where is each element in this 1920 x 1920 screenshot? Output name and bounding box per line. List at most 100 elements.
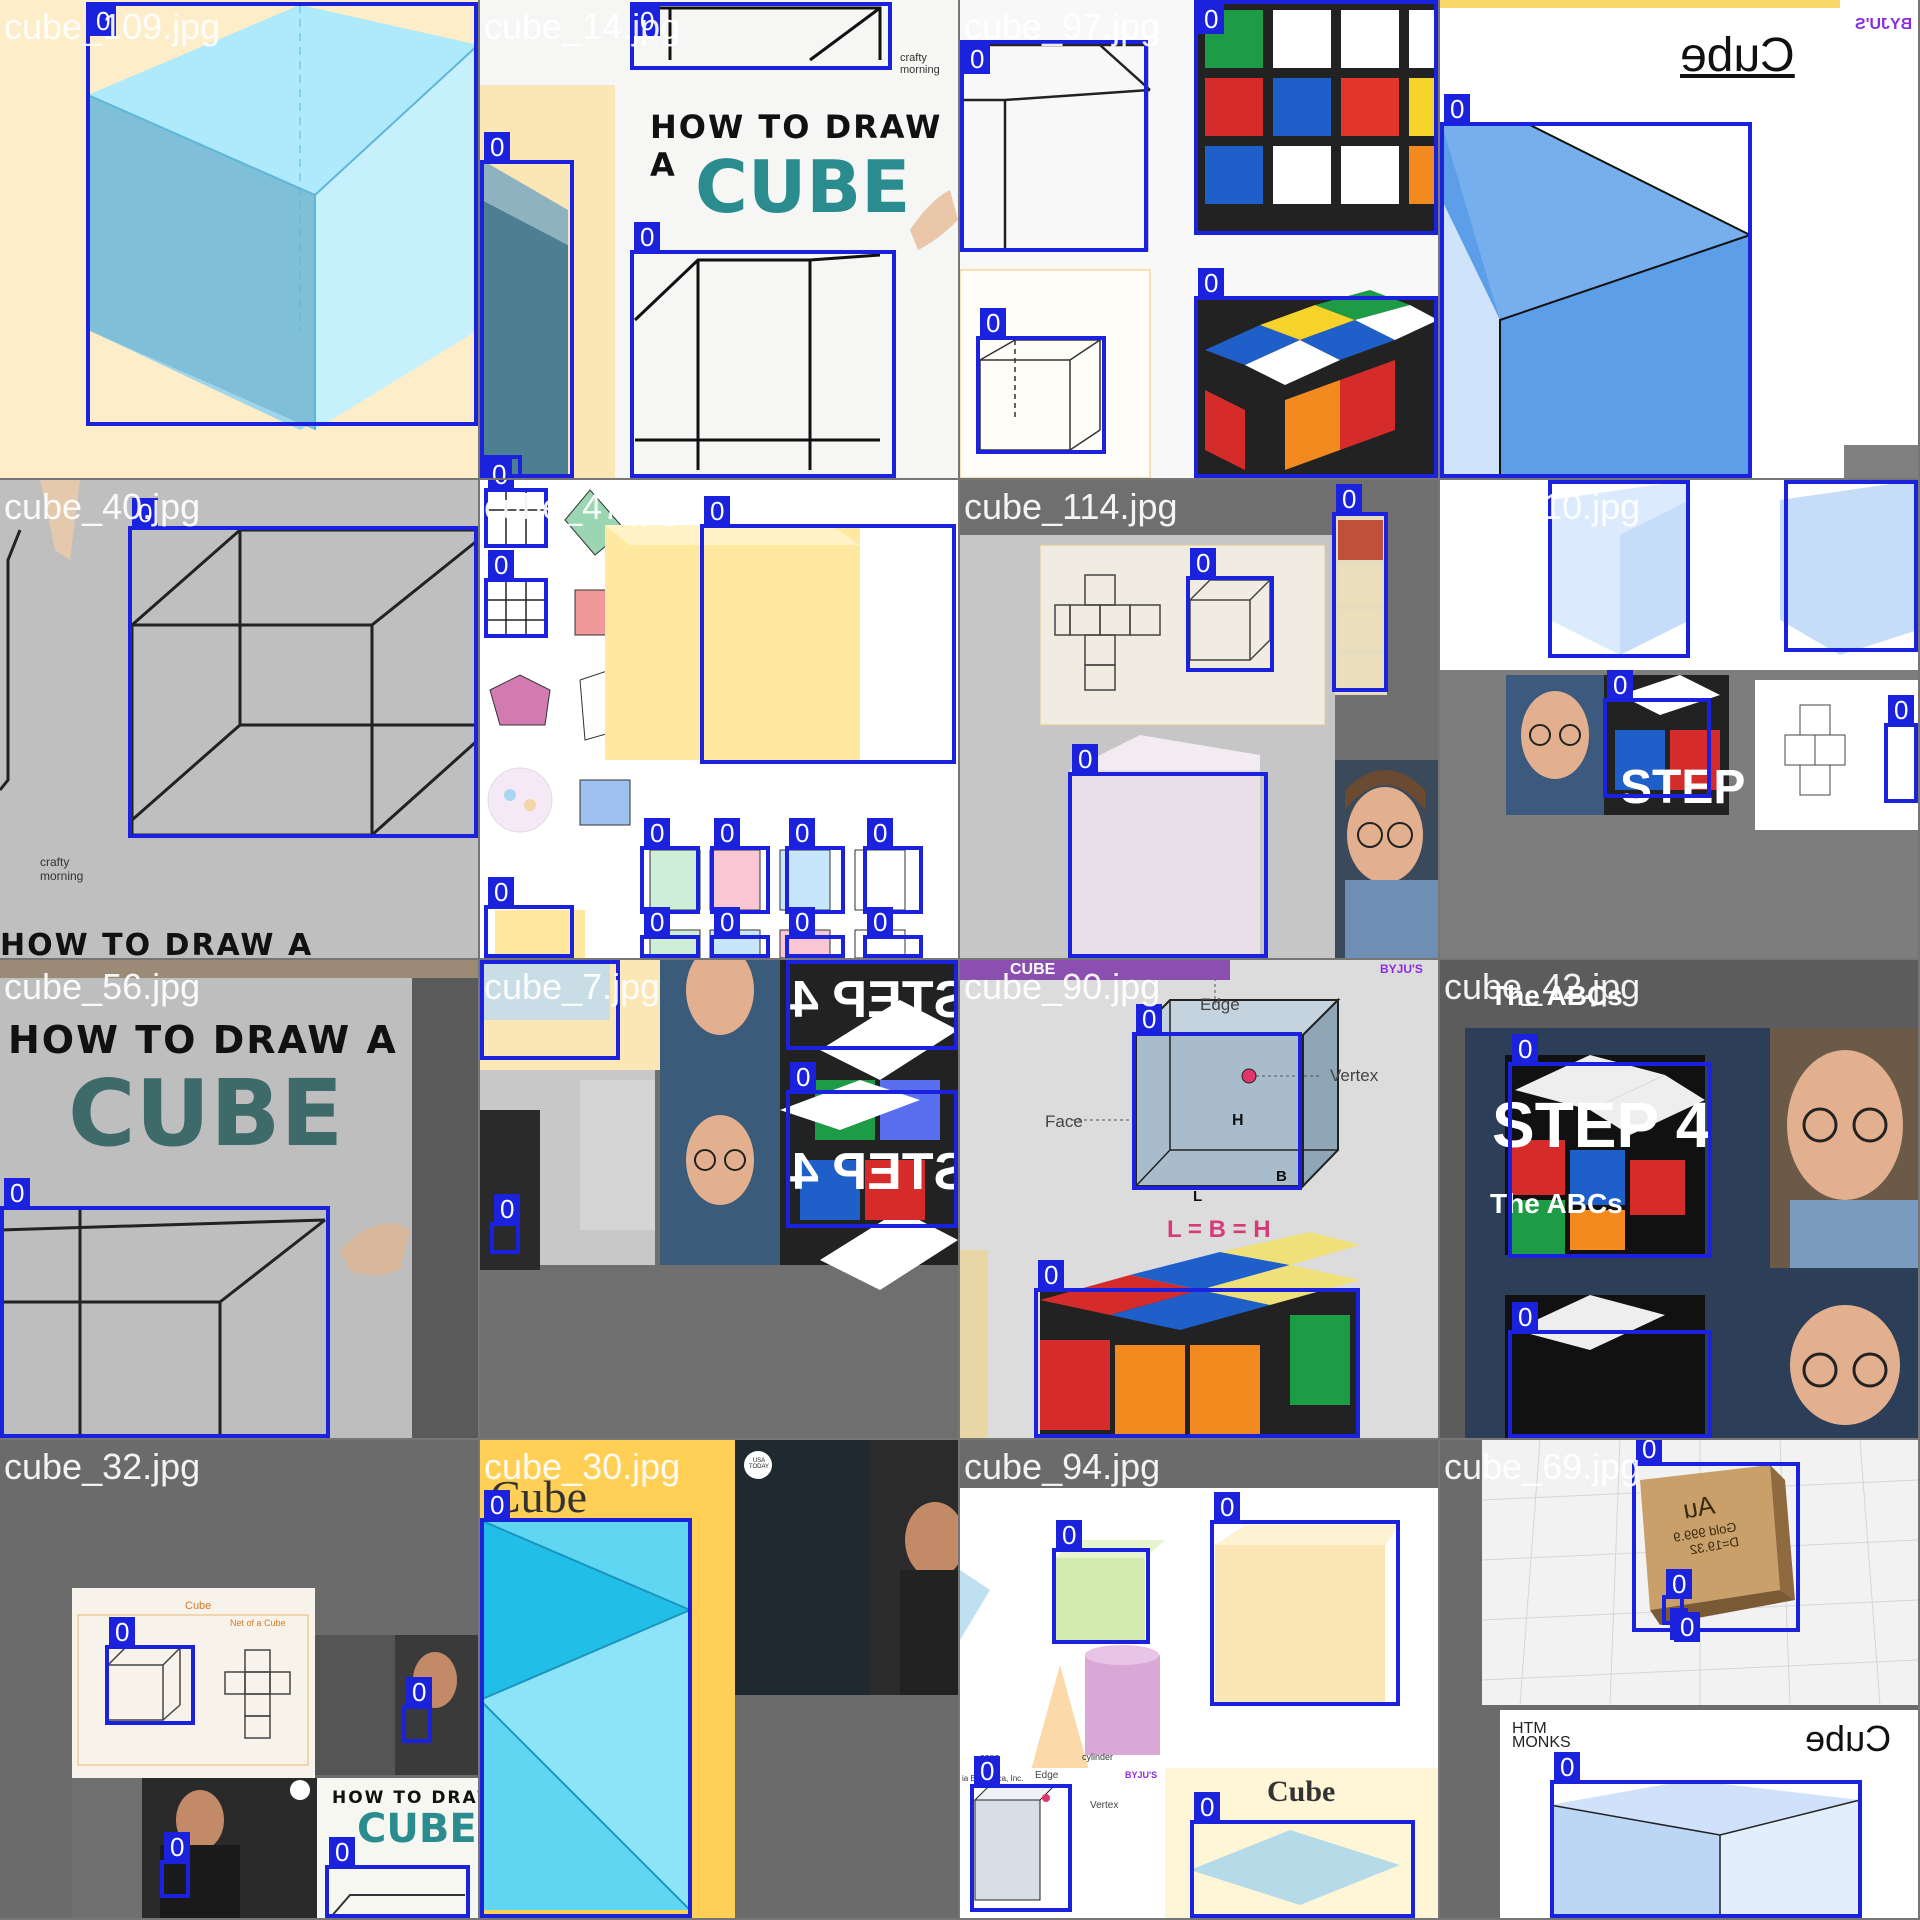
detection-box: 0 [786,960,958,1050]
tile-cube-96[interactable]: Cube BYJU'S 0 cube_96.jpg [1440,0,1918,478]
tile-cube-7[interactable]: STEP 4 STEP 4 0 0 0 0 cube_7.jpg [480,960,958,1438]
box-class-tag: 0 [644,907,671,937]
htm-monks-logo: HTM MONKS [1512,1720,1571,1751]
box-class-tag: 0 [974,1756,1001,1786]
tile-cube-10[interactable]: STEP 4 0 0 0 0 cube_10.jpg [1440,480,1918,958]
tile-cube-90[interactable]: CUBE BYJU'S Edge Vertex Face H L B L = B… [960,960,1438,1438]
detection-box: 0 [1508,1034,1712,1258]
detection-box: 0 [1034,1260,1360,1438]
cube-heading: CUBE [357,1806,477,1852]
tile-cube-69[interactable]: Au Gold 999.9 D=19.32 HTM MONKS Cube 0 0… [1440,1440,1918,1918]
tile-filename: cube_109.jpg [4,6,221,47]
box-class-tag: 0 [1038,1260,1065,1290]
tile-cube-56[interactable]: HOW TO DRAW A CUBE 0 cube_56.jpg [0,960,478,1438]
tile-filename: cube_97.jpg [964,6,1161,47]
tile-cube-42[interactable]: The ABCs The ABCs STEP 4 0 0 cube_42.jpg [1440,960,1918,1438]
byjus-logo: BYJU'S [1125,1770,1158,1780]
tile-filename: cube_56.jpg [4,966,201,1007]
detection-box: 0 [480,132,574,478]
byjus-logo: BYJU'S [1380,962,1423,976]
detection-box: 0 [1784,480,1918,652]
detection-box: 0 [640,907,700,958]
tile-cube-94[interactable]: cone cylinder ia Britannica, Inc. BYJU'S… [960,1440,1438,1918]
detection-box: 0 [1052,1520,1150,1644]
box-class-tag: 0 [488,877,515,907]
detection-box: 0 [863,818,923,914]
box-class-tag: 0 [329,1837,356,1867]
box-class-tag: 0 [484,132,511,162]
detection-box: 0 [1194,0,1438,235]
box-class-tag: 0 [494,1194,521,1224]
box-class-tag: 0 [714,907,741,937]
tile-filename: cube_114.jpg [964,486,1178,527]
detection-box: 0 [490,1194,521,1254]
detection-box: 0 [1332,484,1388,692]
tile-cube-40[interactable]: crafty morning HOW TO DRAW A 0 cube_40.j… [0,480,478,958]
tile-filename: cube_90.jpg [964,966,1161,1007]
cube-heading: CUBE [68,1060,344,1167]
tile-filename: cube_7.jpg [484,966,661,1007]
box-class-tag: 0 [1552,480,1579,482]
tile-filename: cube_30.jpg [484,1446,681,1487]
tile-filename: cube_94.jpg [964,1446,1161,1487]
box-class-tag: 0 [790,1062,817,1092]
box-class-tag: 0 [867,907,894,937]
usa-today-logo: USA TODAY [748,1458,770,1470]
detection-box: 0 [700,496,956,764]
tile-cube-30[interactable]: Cube USA TODAY 0 cube_30.jpg [480,1440,958,1918]
edge-label: Edge [1200,995,1240,1014]
tile-cube-47[interactable]: 0 0 0 0 0 0 0 0 0 0 0 0 cube_47.jpg [480,480,958,958]
detection-box: 0 [105,1617,195,1725]
detection-box: 0 [1550,1752,1862,1918]
box-class-tag: 0 [867,818,894,848]
tile-filename: cube_10.jpg [1444,486,1641,527]
detection-box: 0 [785,818,845,914]
box-class-tag: 0 [109,1617,136,1647]
box-class-tag: 0 [980,308,1007,338]
box-class-tag: 0 [1198,268,1225,298]
mosaic-grid: 0 cube_109.jpg HOW TO DRAW A CUBE crafty… [0,0,1920,1920]
detection-box: 0 [785,907,845,958]
box-class-tag: 0 [4,1178,31,1208]
detection-box: 0 [1670,1608,1701,1642]
detection-box: 0 [710,818,770,914]
box-class-tag: 0 [1194,1792,1221,1822]
byjus-logo: BYJU'S [1855,16,1913,33]
box-class-tag: 0 [964,44,991,74]
length-label: L [1193,1188,1203,1205]
box-class-tag: 0 [789,818,816,848]
detection-box: 0 [1068,744,1268,958]
mirrored-cube-title: Cube [1680,29,1795,82]
detection-box: 0 [1194,268,1438,478]
box-class-tag: 0 [704,496,731,526]
box-class-tag: 0 [1674,1612,1701,1642]
box-class-tag: 0 [1512,1034,1539,1064]
box-class-tag: 0 [1072,744,1099,774]
tile-filename: cube_14.jpg [484,6,681,47]
box-class-tag: 0 [1444,94,1471,124]
detection-box: 0 [640,818,700,914]
tile-cube-114[interactable]: 0 0 0 cube_114.jpg [960,480,1438,958]
tile-cube-97[interactable]: 0 0 0 0 cube_97.jpg [960,0,1438,478]
box-class-tag: 0 [1607,670,1634,700]
tile-cube-14[interactable]: HOW TO DRAW A CUBE crafty morning 0 0 0 … [480,0,958,478]
net-of-cube-title: Net of a Cube [230,1618,286,1628]
box-class-tag: 0 [634,222,661,252]
tile-cube-109[interactable]: 0 cube_109.jpg [0,0,478,478]
box-class-tag: 0 [1666,1569,1693,1599]
box-class-tag: 0 [406,1677,433,1707]
detection-box: 0 [325,1837,470,1918]
tile-filename: cube_96.jpg [1444,6,1641,47]
detection-box: 0 [1186,548,1274,672]
vertex-label: Vertex [1330,1066,1379,1085]
detection-box: 0 [402,1677,433,1743]
box-class-tag: 0 [488,550,515,580]
cube-heading: CUBE [695,145,911,229]
net-cube-title: Cube [185,1600,212,1612]
box-class-tag: 0 [1136,1004,1163,1034]
tile-cube-32[interactable]: Cube Net of a Cube HOW TO DRAW A CUBE 0 … [0,1440,478,1918]
box-class-tag: 0 [1190,548,1217,578]
box-class-tag: 0 [1198,4,1225,34]
crafty-morning-logo: crafty morning [900,52,940,76]
detection-box: 0 [128,498,478,838]
